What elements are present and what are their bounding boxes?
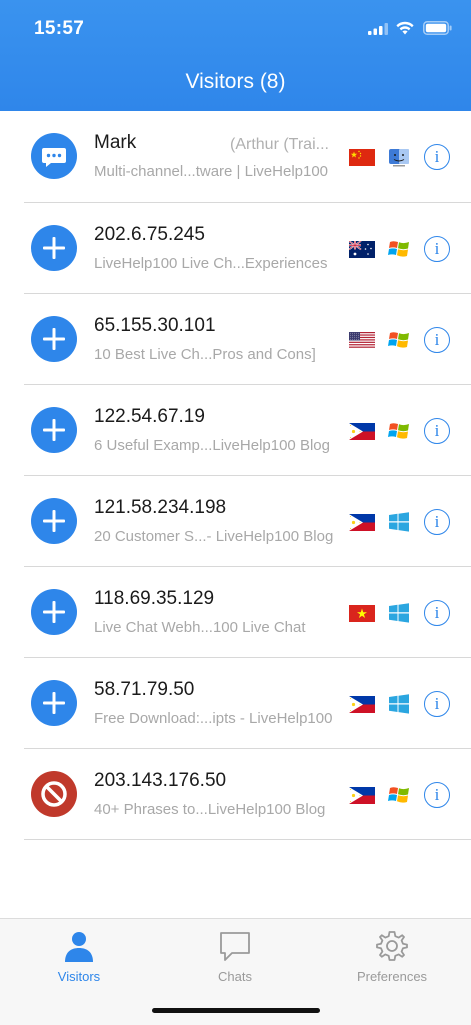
info-icon[interactable]: i	[424, 236, 450, 262]
navigation-header: 15:57 Visitors (8)	[0, 0, 471, 111]
chat-icon	[220, 932, 250, 961]
info-icon[interactable]: i	[424, 782, 450, 808]
tab-visitors-label: Visitors	[57, 969, 101, 984]
country-flag-icon	[349, 332, 375, 349]
visitor-name: Mark	[94, 132, 137, 153]
visitor-name: 58.71.79.50	[94, 679, 195, 700]
visitor-row[interactable]: 121.58.234.198 20 Customer S...- LiveHelp…	[24, 476, 471, 567]
tab-chats[interactable]: Chats	[175, 929, 295, 984]
page-title: Visitors (8)	[185, 70, 286, 93]
plus-icon	[31, 498, 77, 544]
tab-preferences-label: Preferences	[356, 969, 428, 984]
status-bar: 15:57	[0, 0, 471, 58]
chat-bubble-icon	[31, 133, 77, 179]
windows-xp-icon	[388, 423, 409, 439]
visitor-page-title: LiveHelp100 Live Ch...Experiences	[94, 255, 328, 272]
info-icon[interactable]: i	[424, 144, 450, 170]
invite-chat-button[interactable]	[31, 589, 77, 635]
mac-os-icon	[389, 149, 409, 167]
windows-10-icon	[389, 603, 409, 623]
invite-chat-button[interactable]	[31, 407, 77, 453]
visitor-page-title: Free Download:...ipts - LiveHelp100	[94, 710, 333, 727]
info-icon[interactable]: i	[424, 691, 450, 717]
tab-chats-label: Chats	[218, 969, 252, 984]
windows-xp-icon	[388, 241, 409, 257]
open-chat-button[interactable]	[31, 133, 77, 179]
visitor-row[interactable]: 122.54.67.19 6 Useful Examp...LiveHelp100…	[24, 385, 471, 476]
windows-10-icon	[389, 694, 409, 714]
plus-icon	[31, 407, 77, 453]
plus-icon	[31, 589, 77, 635]
visitor-name: 122.54.67.19	[94, 406, 205, 427]
cellular-signal-icon	[368, 23, 388, 35]
visitor-page-title: 20 Customer S...- LiveHelp100 Blog	[94, 528, 334, 545]
windows-xp-icon	[388, 332, 409, 348]
visitor-page-title: 40+ Phrases to...LiveHelp100 Blog	[94, 801, 326, 818]
country-flag-icon	[349, 423, 375, 440]
visitor-page-title: Multi-channel...tware | LiveHelp100	[94, 163, 329, 180]
country-flag-icon	[349, 696, 375, 713]
tab-preferences[interactable]: Preferences	[332, 929, 452, 984]
visitor-operator: (Arthur (Trai...	[230, 136, 329, 153]
info-icon[interactable]: i	[424, 418, 450, 444]
info-icon[interactable]: i	[424, 509, 450, 535]
country-flag-icon	[349, 605, 375, 622]
invite-chat-button[interactable]	[31, 680, 77, 726]
visitor-page-title: 6 Useful Examp...LiveHelp100 Blog	[94, 437, 330, 454]
status-time: 15:57	[34, 18, 85, 39]
tab-visitors[interactable]: Visitors	[19, 929, 139, 984]
invite-chat-button[interactable]	[31, 225, 77, 271]
blocked-visitor-button[interactable]	[31, 771, 77, 817]
country-flag-icon	[349, 149, 375, 166]
visitor-name: 121.58.234.198	[94, 497, 227, 518]
plus-icon	[31, 316, 77, 362]
windows-10-icon	[389, 512, 409, 532]
info-icon[interactable]: i	[424, 600, 450, 626]
windows-xp-icon	[388, 787, 409, 803]
visitor-name: 202.6.75.245	[94, 224, 205, 245]
visitor-name: 203.143.176.50	[94, 770, 227, 791]
person-icon	[65, 932, 93, 962]
gear-icon	[376, 931, 408, 961]
visitor-list: Mark (Arthur (Trai... Multi-channel...twar…	[0, 111, 471, 840]
info-icon[interactable]: i	[424, 327, 450, 353]
wifi-icon	[396, 21, 414, 35]
invite-chat-button[interactable]	[31, 498, 77, 544]
blocked-icon	[31, 771, 77, 817]
visitor-row[interactable]: 65.155.30.101 10 Best Live Ch...Pros and …	[24, 294, 471, 385]
visitor-page-title: Live Chat Webh...100 Live Chat	[94, 619, 306, 636]
visitor-name: 65.155.30.101	[94, 315, 216, 336]
country-flag-icon	[349, 514, 375, 531]
country-flag-icon	[349, 241, 375, 258]
visitor-row[interactable]: Mark (Arthur (Trai... Multi-channel...twar…	[24, 111, 471, 203]
country-flag-icon	[349, 787, 375, 804]
visitor-name: 118.69.35.129	[94, 588, 215, 609]
visitor-row[interactable]: 58.71.79.50 Free Download:...ipts - LiveH…	[24, 658, 471, 749]
visitor-row[interactable]: 118.69.35.129 Live Chat Webh...100 Live C…	[24, 567, 471, 658]
visitor-row[interactable]: 202.6.75.245 LiveHelp100 Live Ch...Experi…	[24, 203, 471, 294]
plus-icon	[31, 225, 77, 271]
battery-icon	[423, 21, 452, 35]
invite-chat-button[interactable]	[31, 316, 77, 362]
plus-icon	[31, 680, 77, 726]
visitor-row[interactable]: 203.143.176.50 40+ Phrases to...LiveHelp1…	[24, 749, 471, 840]
home-indicator	[152, 1008, 320, 1013]
visitor-page-title: 10 Best Live Ch...Pros and Cons]	[94, 346, 316, 363]
